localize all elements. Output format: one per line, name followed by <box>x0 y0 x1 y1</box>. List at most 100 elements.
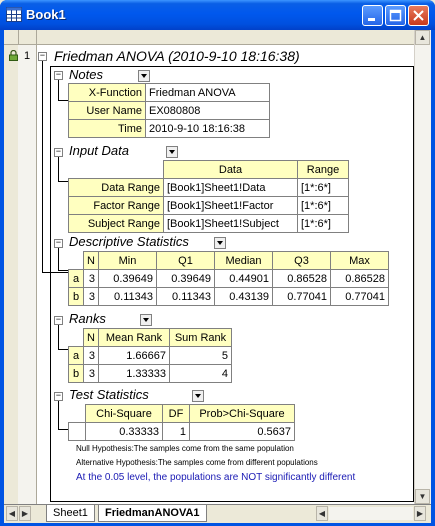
corner-cell[interactable] <box>4 30 19 44</box>
column-header-n: N <box>83 251 99 270</box>
title-bar[interactable]: Book1 <box>0 0 435 30</box>
column-header-cell[interactable] <box>36 30 415 44</box>
test-stats-dropdown-button[interactable] <box>192 390 204 402</box>
table-cell[interactable]: Friedman ANOVA <box>145 83 270 102</box>
notes-dropdown-button[interactable] <box>138 70 150 82</box>
table-cell[interactable]: 0.86528 <box>330 269 389 288</box>
row-number[interactable]: 1 <box>24 50 30 62</box>
outline-line <box>58 325 59 349</box>
column-header-q1: Q1 <box>156 251 215 270</box>
table-row: Factor Range [Book1]Sheet1!Factor [1*:6*… <box>68 196 349 215</box>
row-label: a <box>68 269 84 288</box>
column-header-median: Median <box>214 251 273 270</box>
table-corner-cell <box>68 404 86 423</box>
table-cell[interactable]: 3 <box>83 269 99 288</box>
table-cell[interactable]: [Book1]Sheet1!Subject <box>163 214 298 233</box>
tab-friedman-anova1[interactable]: FriedmanANOVA1 <box>98 505 207 522</box>
table-cell[interactable]: 5 <box>169 346 232 365</box>
outline-line <box>58 100 68 101</box>
row-label: Data Range <box>68 178 164 197</box>
table-cell[interactable]: 0.43139 <box>214 287 273 306</box>
vertical-scrollbar[interactable]: ▲ ▼ <box>414 30 431 504</box>
collapse-desc-toggle[interactable]: − <box>54 239 63 248</box>
table-cell[interactable]: 1 <box>162 422 190 441</box>
collapse-ranks-toggle[interactable]: − <box>54 316 63 325</box>
outline-line <box>42 61 43 272</box>
column-header-mean-rank: Mean Rank <box>98 328 170 347</box>
outline-line <box>58 401 59 429</box>
maximize-icon <box>389 9 402 22</box>
table-cell[interactable]: [1*:6*] <box>297 214 349 233</box>
scroll-up-button[interactable]: ▲ <box>415 30 430 45</box>
hscroll-right-button[interactable]: ▶ <box>414 506 426 521</box>
table-row: User Name EX080808 <box>68 101 270 120</box>
table-cell[interactable]: [1*:6*] <box>297 196 349 215</box>
desc-stats-dropdown-button[interactable] <box>214 237 226 249</box>
table-cell[interactable]: 4 <box>169 364 232 383</box>
outline-line <box>58 429 68 430</box>
table-cell[interactable]: 1.66667 <box>98 346 170 365</box>
table-cell[interactable]: 0.39649 <box>156 269 215 288</box>
table-cell[interactable]: 0.11343 <box>98 287 157 306</box>
column-header-data: Data <box>163 160 298 179</box>
collapse-notes-toggle[interactable]: − <box>54 71 63 80</box>
table-cell[interactable]: EX080808 <box>145 101 270 120</box>
input-data-title: Input Data <box>69 143 129 158</box>
table-cell[interactable]: 0.5637 <box>189 422 295 441</box>
row-label: Factor Range <box>68 196 164 215</box>
table-row: X-Function Friedman ANOVA <box>68 83 270 102</box>
table-cell[interactable]: 1.33333 <box>98 364 170 383</box>
row-label: User Name <box>68 101 146 120</box>
desc-stats-table: N Min Q1 Median Q3 Max a 3 0.39649 0.396… <box>68 251 389 306</box>
workbook-icon <box>6 7 22 22</box>
collapse-test-toggle[interactable]: − <box>54 392 63 401</box>
ranks-dropdown-button[interactable] <box>140 314 152 326</box>
table-row: b 3 0.11343 0.11343 0.43139 0.77041 0.77… <box>68 287 389 306</box>
maximize-button[interactable] <box>385 5 406 26</box>
report-title: Friedman ANOVA (2010-9-10 18:16:38) <box>54 48 300 64</box>
table-cell[interactable]: 3 <box>83 287 99 306</box>
table-row: Time 2010-9-10 18:16:38 <box>68 119 270 138</box>
table-cell[interactable]: 0.86528 <box>272 269 331 288</box>
test-stats-title: Test Statistics <box>69 387 149 402</box>
table-cell[interactable]: 0.77041 <box>272 287 331 306</box>
table-corner-cell <box>68 328 84 347</box>
tab-scroll-right-button[interactable]: ▶ <box>19 506 31 521</box>
table-cell[interactable]: 0.39649 <box>98 269 157 288</box>
hscroll-left-button[interactable]: ◀ <box>316 506 328 521</box>
table-corner-cell <box>68 160 164 179</box>
row-label: X-Function <box>68 83 146 102</box>
close-button[interactable] <box>408 5 429 26</box>
collapse-input-toggle[interactable]: − <box>54 148 63 157</box>
column-header-cell[interactable] <box>18 30 37 44</box>
table-cell[interactable]: 3 <box>83 346 99 365</box>
lock-icon <box>9 50 18 61</box>
tab-scroll-left-button[interactable]: ◀ <box>6 506 18 521</box>
table-row: Chi-Square DF Prob>Chi-Square <box>68 404 295 423</box>
horizontal-scroll-track[interactable] <box>329 507 413 520</box>
column-header-range: Range <box>297 160 349 179</box>
table-cell[interactable]: 0.77041 <box>330 287 389 306</box>
table-cell[interactable]: [Book1]Sheet1!Data <box>163 178 298 197</box>
table-cell[interactable]: [1*:6*] <box>297 178 349 197</box>
row-label: Subject Range <box>68 214 164 233</box>
table-cell[interactable]: 3 <box>83 364 99 383</box>
table-cell[interactable]: [Book1]Sheet1!Factor <box>163 196 298 215</box>
table-cell[interactable]: 0.11343 <box>156 287 215 306</box>
test-stats-table: Chi-Square DF Prob>Chi-Square 0.33333 1 … <box>68 404 295 441</box>
notes-table: X-Function Friedman ANOVA User Name EX08… <box>68 83 270 138</box>
outline-line <box>58 181 68 182</box>
table-cell[interactable]: 0.44901 <box>214 269 273 288</box>
input-data-table: Data Range Data Range [Book1]Sheet1!Data… <box>68 160 349 233</box>
minimize-button[interactable] <box>362 5 383 26</box>
table-cell[interactable]: 0.33333 <box>85 422 163 441</box>
collapse-report-toggle[interactable]: − <box>38 52 47 61</box>
tab-sheet1[interactable]: Sheet1 <box>46 505 95 522</box>
column-header-df: DF <box>162 404 190 423</box>
scroll-down-button[interactable]: ▼ <box>415 489 430 504</box>
row-label: Time <box>68 119 146 138</box>
table-cell[interactable]: 2010-9-10 18:16:38 <box>145 119 270 138</box>
outline-line <box>58 270 68 271</box>
table-row: Data Range [Book1]Sheet1!Data [1*:6*] <box>68 178 349 197</box>
input-data-dropdown-button[interactable] <box>166 146 178 158</box>
